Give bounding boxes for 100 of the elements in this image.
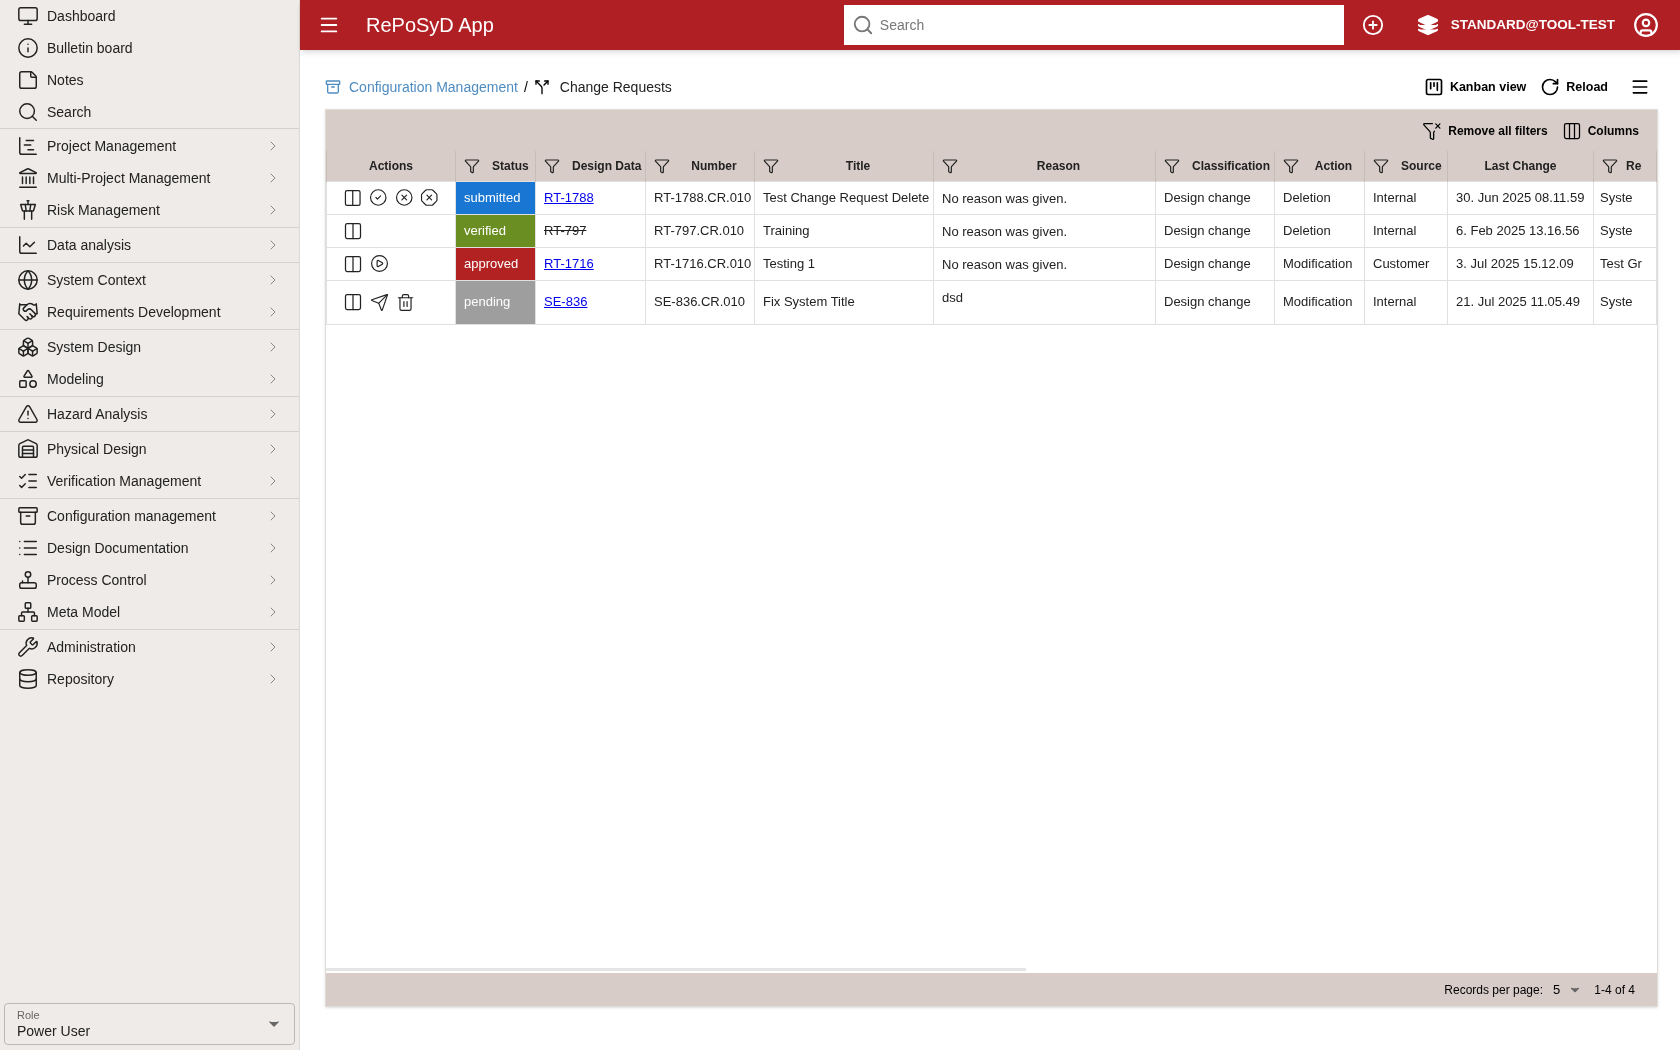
compare-icon[interactable] [343, 187, 363, 208]
sidebar-item[interactable]: Notes [0, 64, 299, 96]
table-cell: Customer [1373, 255, 1430, 271]
table-cell: Test Gr [1600, 255, 1642, 271]
trash-icon[interactable] [396, 292, 415, 312]
records-per-page-label: Records per page: [1444, 981, 1544, 999]
column-header[interactable]: Design Data [535, 151, 646, 181]
sidebar-item[interactable]: Requirements Development [0, 296, 299, 328]
column-header[interactable]: Source [1364, 151, 1448, 181]
menu-icon[interactable] [1630, 77, 1650, 97]
send-icon[interactable] [370, 292, 389, 312]
role-select[interactable]: Role Power User [4, 1003, 295, 1045]
table-cell: Internal [1373, 294, 1417, 310]
sidebar-item[interactable]: Verification Management [0, 465, 299, 497]
table-cell: RT-797.CR.010 [654, 222, 745, 238]
column-header[interactable]: Title [754, 151, 934, 181]
breadcrumb-link[interactable]: Configuration Management [349, 76, 518, 98]
sidebar-item[interactable]: System Context [0, 264, 299, 296]
sidebar-item[interactable]: Meta Model [0, 596, 299, 628]
compare-icon[interactable] [343, 220, 363, 241]
column-header[interactable]: Action [1274, 151, 1365, 181]
joystick-icon [17, 569, 39, 591]
kanban-view-button[interactable]: Kanban view [1423, 77, 1527, 97]
user-label[interactable]: STANDARD@TOOL-TEST [1450, 14, 1615, 36]
page-range: 1-4 of 4 [1594, 981, 1635, 999]
sidebar-item[interactable]: Project Management [0, 130, 299, 162]
sidebar-item[interactable]: Hazard Analysis [0, 398, 299, 430]
sidebar-item[interactable]: Dashboard [0, 0, 299, 32]
filter-icon[interactable] [464, 157, 480, 174]
gantt-chart-icon [17, 135, 39, 157]
network-icon [17, 601, 39, 623]
sidebar-item[interactable]: Process Control [0, 564, 299, 596]
search-field[interactable]: Search [843, 5, 1344, 45]
user-avatar-icon[interactable] [1633, 12, 1659, 38]
check-circle-icon[interactable] [369, 188, 388, 207]
column-header[interactable]: Last Change [1447, 151, 1594, 181]
note-icon [17, 69, 39, 91]
column-header[interactable]: Actions [326, 151, 456, 181]
filter-icon[interactable] [654, 157, 670, 174]
sidebar-item[interactable]: Design Documentation [0, 532, 299, 564]
table-cell: SE-836.CR.010 [654, 294, 746, 310]
layers-icon[interactable] [1416, 14, 1439, 36]
monitor-icon [17, 5, 39, 27]
remove-filters-button[interactable]: Remove all filters [1422, 120, 1548, 141]
line-chart-icon [17, 234, 39, 256]
reload-button[interactable]: Reload [1540, 77, 1608, 97]
filter-icon[interactable] [942, 157, 958, 174]
column-header[interactable]: Number [645, 151, 755, 181]
sidebar-item[interactable]: Multi-Project Management [0, 162, 299, 194]
play-icon[interactable] [370, 254, 389, 273]
filter-icon[interactable] [1373, 157, 1389, 174]
table-cell: Deletion [1283, 189, 1331, 205]
compare-icon[interactable] [343, 253, 363, 274]
table-cell: Modification [1283, 255, 1353, 271]
table-cell: Syste [1600, 189, 1633, 205]
status-badge: approved [455, 247, 536, 280]
table-cell: 30. Jun 2025 08.11.59 [1456, 189, 1585, 205]
breadcrumb-current: Change Requests [559, 77, 672, 97]
column-header[interactable]: Re [1593, 151, 1657, 181]
table-cell: Test Change Request Delete [763, 189, 930, 205]
sidebar-item[interactable]: Modeling [0, 363, 299, 395]
add-icon[interactable] [1361, 14, 1384, 36]
records-per-page-select[interactable]: 5 [1553, 979, 1583, 1000]
stop-icon[interactable] [420, 188, 439, 207]
filter-icon[interactable] [1602, 157, 1618, 174]
design-data-link[interactable]: SE-836 [544, 294, 588, 310]
building-icon [17, 167, 39, 189]
table-cell: 3. Jul 2025 15.12.09 [1456, 255, 1574, 271]
filter-icon[interactable] [544, 157, 560, 174]
column-header[interactable]: Classification [1155, 151, 1275, 181]
filter-icon[interactable] [1164, 157, 1180, 174]
search-icon [17, 101, 39, 123]
compare-icon[interactable] [343, 292, 363, 312]
sidebar-item[interactable]: Bulletin board [0, 32, 299, 64]
table-cell: Internal [1373, 222, 1417, 238]
columns-icon [1561, 120, 1582, 141]
table-cell: Syste [1600, 294, 1633, 310]
warehouse-icon [17, 438, 39, 460]
sidebar-item[interactable]: Search [0, 96, 299, 128]
sidebar-item[interactable]: System Design [0, 331, 299, 363]
table-cell: RT-1788.CR.010 [654, 189, 752, 205]
columns-button[interactable]: Columns [1561, 120, 1639, 141]
sidebar-item[interactable]: Configuration management [0, 500, 299, 532]
sidebar-item[interactable]: Physical Design [0, 433, 299, 465]
table-cell: Design change [1164, 294, 1251, 310]
table-cell: RT-1716.CR.010 [654, 255, 752, 271]
table-cell: Testing 1 [763, 255, 816, 271]
filter-icon[interactable] [1283, 157, 1299, 174]
table-cell: 21. Jul 2025 11.05.49 [1456, 294, 1581, 310]
x-circle-icon[interactable] [395, 188, 414, 207]
sidebar-item[interactable]: Repository [0, 663, 299, 695]
table-cell: dsd [942, 289, 963, 305]
column-header[interactable]: Reason [933, 151, 1156, 181]
split-icon [533, 79, 550, 95]
table-cell: RT-797 [544, 222, 587, 238]
sidebar-item[interactable]: Administration [0, 631, 299, 663]
sidebar-item[interactable]: Risk Management [0, 194, 299, 226]
sidebar-item[interactable]: Data analysis [0, 229, 299, 261]
filter-icon[interactable] [763, 157, 779, 174]
app-title: RePoSyD App [366, 13, 494, 38]
